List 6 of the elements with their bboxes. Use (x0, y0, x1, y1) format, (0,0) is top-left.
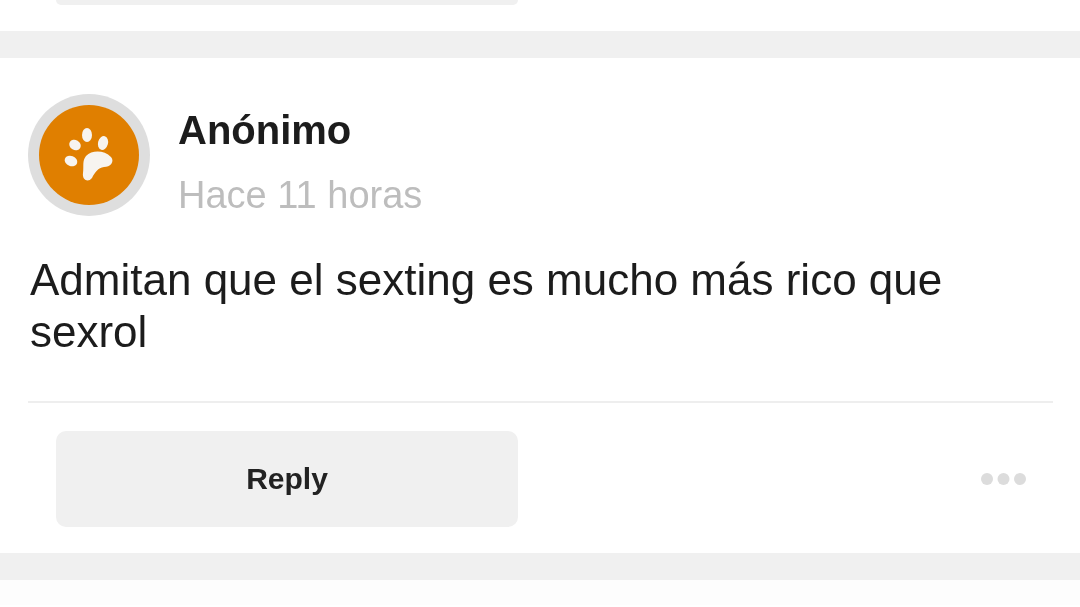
reply-button[interactable]: Reply (56, 431, 518, 527)
post-text: Admitan que el sexting es mucho más rico que sexrol (30, 254, 944, 358)
author-name: Anónimo (178, 107, 353, 154)
post-time: Hace 11 horas (178, 173, 423, 217)
paw-avatar-icon (28, 94, 150, 216)
more-options-icon[interactable] (981, 473, 1026, 485)
